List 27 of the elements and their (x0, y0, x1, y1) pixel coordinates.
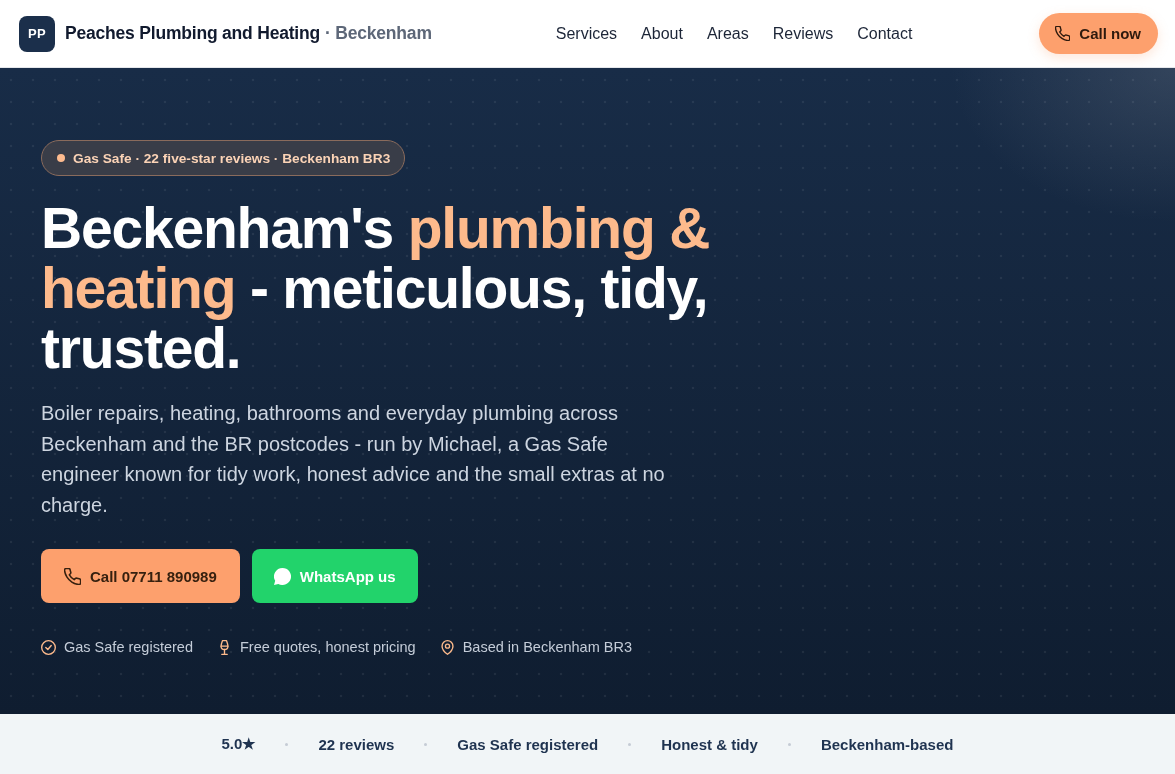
dot-icon (57, 154, 65, 162)
phone-icon (1055, 26, 1071, 41)
trust-item: 5.0★ (221, 735, 256, 753)
nav-link[interactable]: Services (555, 24, 618, 43)
trust-item: Honest & tidy (661, 735, 758, 753)
hero-headline: Beckenham's plumbing & heating - meticulous, tidy, trusted. (41, 198, 711, 378)
feature-text: Gas Safe registered (64, 639, 193, 655)
badge-text: Gas Safe · 22 five-star reviews · Beckenham BR3 (73, 150, 391, 166)
nav-link[interactable]: Areas (706, 24, 749, 43)
chat-bubble-icon (273, 567, 291, 585)
nav-link[interactable]: Reviews (772, 24, 834, 43)
map-pin-icon (439, 639, 455, 655)
brand-name[interactable]: Peaches Plumbing and Heating (65, 23, 320, 44)
phone-icon (64, 567, 81, 585)
feature-text: Free quotes, honest pricing (239, 639, 416, 655)
check-circle-icon (41, 639, 56, 655)
brand-location: · Beckenham (325, 23, 432, 44)
trust-item: 22 reviews (318, 735, 395, 753)
call-now-button[interactable]: Call now (1039, 13, 1158, 54)
hero-description: Boiler repairs, heating, bathrooms and everyday plumbing across Beckenham and the BR postcodes - run by Michael, a Gas Safe engineer known for tidy work, honest advice and the small extras at no charge. (41, 401, 666, 518)
trust-item: Beckenham-based (820, 735, 954, 753)
feature-text: Based in Beckenham BR3 (462, 639, 632, 655)
call-button[interactable]: Call 07711 890989 (41, 549, 240, 603)
nav-link[interactable]: About (641, 24, 683, 43)
logo-badge[interactable]: PP (19, 15, 55, 52)
trust-item: Gas Safe registered (457, 735, 599, 753)
nav-link[interactable]: Contact (857, 24, 913, 43)
